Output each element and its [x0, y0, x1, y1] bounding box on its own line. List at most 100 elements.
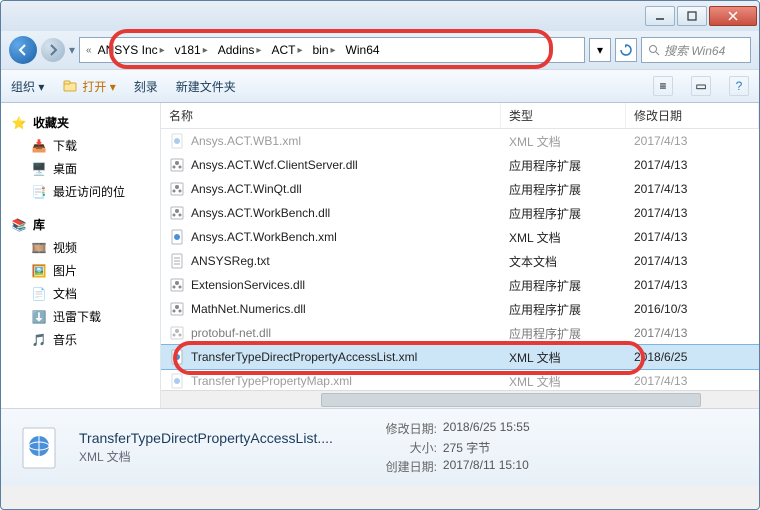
- file-date: 2017/4/13: [626, 158, 755, 172]
- preview-pane-button[interactable]: ▭: [691, 76, 711, 96]
- file-icon: [169, 349, 185, 365]
- view-options-button[interactable]: ≡: [653, 76, 673, 96]
- sidebar-item-downloads[interactable]: 📥下载: [1, 134, 160, 157]
- document-icon: 📄: [31, 286, 47, 302]
- file-icon: [169, 253, 185, 269]
- nav-history-dropdown[interactable]: ▾: [69, 43, 75, 57]
- picture-icon: 🖼️: [31, 263, 47, 279]
- table-row[interactable]: Ansys.ACT.WB1.xml XML 文档2017/4/13: [161, 129, 759, 153]
- title-bar: [1, 1, 759, 31]
- file-name: Ansys.ACT.WorkBench.dll: [191, 206, 330, 220]
- table-row[interactable]: ANSYSReg.txt文本文档2017/4/13: [161, 249, 759, 273]
- address-bar: ▾ « ANSYS Inc▸ v181▸ Addins▸ ACT▸ bin▸ W…: [1, 31, 759, 69]
- table-row[interactable]: protobuf-net.dll应用程序扩展2017/4/13: [161, 321, 759, 345]
- sidebar-item-documents[interactable]: 📄文档: [1, 282, 160, 305]
- sidebar-item-recent[interactable]: 📑最近访问的位: [1, 180, 160, 203]
- table-row[interactable]: MathNet.Numerics.dll应用程序扩展2016/10/3: [161, 297, 759, 321]
- sidebar-item-xunlei[interactable]: ⬇️迅雷下载: [1, 305, 160, 328]
- breadcrumb[interactable]: « ANSYS Inc▸ v181▸ Addins▸ ACT▸ bin▸ Win…: [79, 37, 585, 63]
- file-date: 2017/4/13: [626, 134, 755, 148]
- maximize-button[interactable]: [677, 6, 707, 26]
- table-row[interactable]: TransferTypeDirectPropertyAccessList.xml…: [161, 345, 759, 369]
- breadcrumb-segment: ACT▸: [267, 41, 306, 59]
- help-button[interactable]: ?: [729, 76, 749, 96]
- details-filename: TransferTypeDirectPropertyAccessList....: [79, 430, 333, 446]
- details-filetype: XML 文档: [79, 448, 333, 465]
- details-properties: 修改日期:2018/6/25 15:55 大小:275 字节 创建日期:2017…: [377, 420, 530, 475]
- sidebar-favorites[interactable]: ⭐收藏夹: [1, 111, 160, 134]
- organize-button[interactable]: 组织 ▾: [11, 78, 44, 95]
- close-button[interactable]: [709, 6, 757, 26]
- library-icon: 📚: [11, 217, 27, 233]
- sidebar-item-music[interactable]: 🎵音乐: [1, 328, 160, 351]
- column-date[interactable]: 修改日期: [626, 103, 759, 128]
- file-list-pane: 名称 类型 修改日期 Ansys.ACT.WB1.xmlXML 文档2017/4…: [161, 103, 759, 408]
- breadcrumb-segment: Win64: [342, 41, 384, 59]
- open-button[interactable]: 打开 ▾: [62, 78, 115, 95]
- table-row[interactable]: Ansys.ACT.WorkBench.xmlXML 文档2017/4/13: [161, 225, 759, 249]
- file-type: 应用程序扩展: [501, 205, 626, 222]
- file-name: protobuf-net.dll: [191, 326, 271, 340]
- file-name: ExtensionServices.dll: [191, 278, 305, 292]
- table-row[interactable]: Ansys.ACT.Wcf.ClientServer.dll应用程序扩展2017…: [161, 153, 759, 177]
- table-row[interactable]: TransferTypePropertyMap.xml XML 文档2017/4/…: [161, 369, 759, 390]
- content-area: ⭐收藏夹 📥下载 🖥️桌面 📑最近访问的位 📚库 🎞️视频 🖼️图片 📄文档 ⬇…: [1, 103, 759, 408]
- file-date: 2017/4/13: [626, 182, 755, 196]
- sidebar-item-videos[interactable]: 🎞️视频: [1, 236, 160, 259]
- video-icon: 🎞️: [31, 240, 47, 256]
- toolbar: 组织 ▾ 打开 ▾ 刻录 新建文件夹 ≡ ▭ ?: [1, 69, 759, 103]
- column-name[interactable]: 名称: [161, 103, 501, 128]
- chevron-right-icon: ▸: [297, 45, 302, 56]
- back-button[interactable]: [9, 36, 37, 64]
- file-date: 2018/6/25: [626, 350, 755, 364]
- sidebar-item-desktop[interactable]: 🖥️桌面: [1, 157, 160, 180]
- file-date: 2017/4/13: [626, 254, 755, 268]
- new-folder-button[interactable]: 新建文件夹: [176, 78, 236, 95]
- file-name: Ansys.ACT.WorkBench.xml: [191, 230, 337, 244]
- file-type: 应用程序扩展: [501, 277, 626, 294]
- file-large-icon: [13, 422, 65, 474]
- file-icon: [169, 229, 185, 245]
- scrollbar-thumb[interactable]: [321, 393, 701, 407]
- file-type: XML 文档: [501, 373, 626, 390]
- table-row[interactable]: ExtensionServices.dll 应用程序扩展2017/4/13: [161, 273, 759, 297]
- breadcrumb-segment: v181▸: [171, 41, 212, 59]
- file-type: XML 文档: [501, 133, 626, 150]
- file-icon: [169, 133, 185, 149]
- file-type: XML 文档: [501, 349, 626, 366]
- chevron-right-icon: ▸: [256, 45, 261, 56]
- navigation-pane: ⭐收藏夹 📥下载 🖥️桌面 📑最近访问的位 📚库 🎞️视频 🖼️图片 📄文档 ⬇…: [1, 103, 161, 408]
- horizontal-scrollbar[interactable]: [161, 390, 759, 408]
- file-icon: [169, 325, 185, 341]
- file-icon: [169, 157, 185, 173]
- file-type: 应用程序扩展: [501, 157, 626, 174]
- column-type[interactable]: 类型: [501, 103, 626, 128]
- refresh-button[interactable]: [615, 38, 637, 62]
- breadcrumb-segment: Addins▸: [214, 41, 266, 59]
- forward-button[interactable]: [41, 38, 65, 62]
- file-list[interactable]: Ansys.ACT.WB1.xmlXML 文档2017/4/13Ansys.AC…: [161, 129, 759, 390]
- file-type: XML 文档: [501, 229, 626, 246]
- sidebar-item-pictures[interactable]: 🖼️图片: [1, 259, 160, 282]
- search-input[interactable]: 搜索 Win64: [641, 37, 751, 63]
- file-icon: [169, 205, 185, 221]
- desktop-icon: 🖥️: [31, 161, 47, 177]
- file-name: MathNet.Numerics.dll: [191, 302, 306, 316]
- table-row[interactable]: Ansys.ACT.WinQt.dll应用程序扩展2017/4/13: [161, 177, 759, 201]
- file-name: TransferTypeDirectPropertyAccessList.xml: [191, 350, 417, 364]
- file-name: Ansys.ACT.WB1.xml: [191, 134, 301, 148]
- open-icon: [62, 78, 78, 94]
- file-name: TransferTypePropertyMap.xml: [191, 374, 352, 388]
- file-date: 2017/4/13: [626, 374, 755, 388]
- breadcrumb-overflow[interactable]: «: [86, 45, 92, 56]
- file-icon: [169, 301, 185, 317]
- minimize-button[interactable]: [645, 6, 675, 26]
- address-dropdown[interactable]: ▾: [589, 38, 611, 62]
- file-date: 2017/4/13: [626, 326, 755, 340]
- burn-button[interactable]: 刻录: [134, 78, 158, 95]
- file-type: 应用程序扩展: [501, 181, 626, 198]
- table-row[interactable]: Ansys.ACT.WorkBench.dll应用程序扩展2017/4/13: [161, 201, 759, 225]
- file-date: 2017/4/13: [626, 278, 755, 292]
- column-headers: 名称 类型 修改日期: [161, 103, 759, 129]
- sidebar-libraries[interactable]: 📚库: [1, 213, 160, 236]
